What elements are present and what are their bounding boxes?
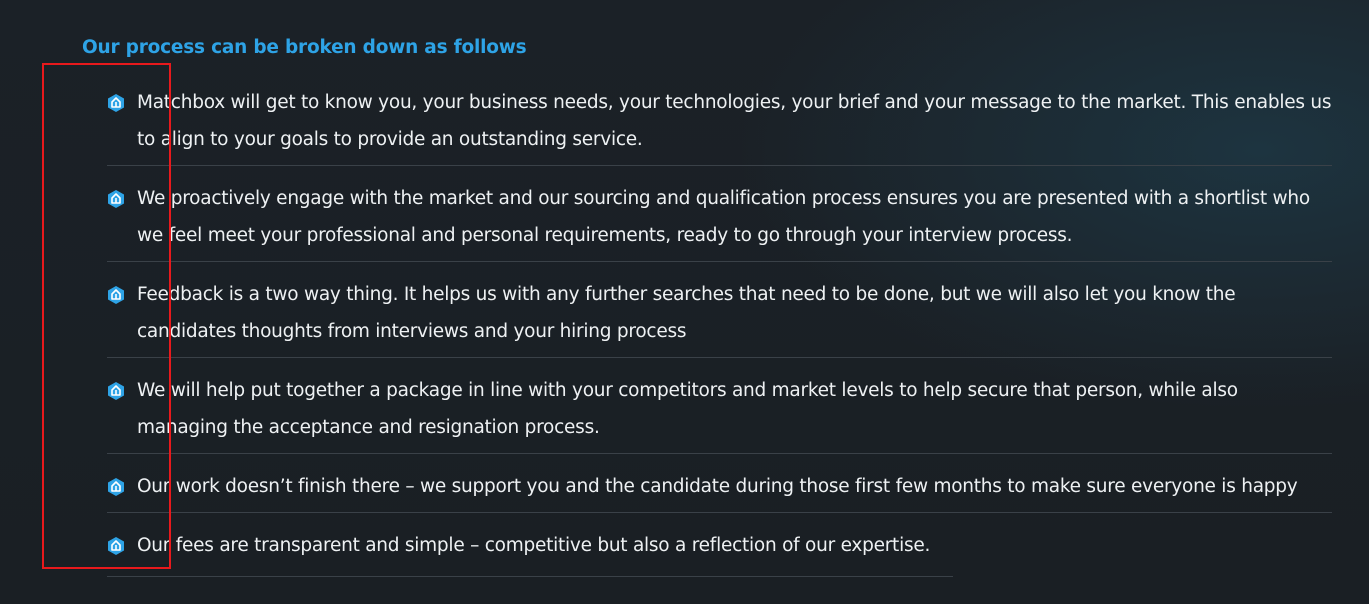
hexagon-arrow-icon: [107, 381, 125, 401]
list-item: Feedback is a two way thing. It helps us…: [107, 276, 1332, 358]
hexagon-arrow-icon: [107, 285, 125, 305]
list-item-text: Our work doesn’t finish there – we suppo…: [137, 476, 1298, 497]
list-item: We will help put together a package in l…: [107, 372, 1332, 454]
section-heading: Our process can be broken down as follow…: [82, 37, 527, 59]
list-item-text: Matchbox will get to know you, your busi…: [137, 92, 1332, 150]
list-item-text: We will help put together a package in l…: [137, 380, 1238, 438]
list-item-text: We proactively engage with the market an…: [137, 188, 1310, 246]
hexagon-arrow-icon: [107, 536, 125, 556]
hexagon-arrow-icon: [107, 477, 125, 497]
list-item: Our work doesn’t finish there – we suppo…: [107, 468, 1332, 513]
process-list: Matchbox will get to know you, your busi…: [107, 84, 1332, 591]
list-item-text: Our fees are transparent and simple – co…: [137, 535, 931, 556]
hexagon-arrow-icon: [107, 189, 125, 209]
list-item: We proactively engage with the market an…: [107, 180, 1332, 262]
list-item: Matchbox will get to know you, your busi…: [107, 84, 1332, 166]
list-item-text: Feedback is a two way thing. It helps us…: [137, 284, 1236, 342]
list-item: Our fees are transparent and simple – co…: [107, 527, 953, 577]
hexagon-arrow-icon: [107, 93, 125, 113]
